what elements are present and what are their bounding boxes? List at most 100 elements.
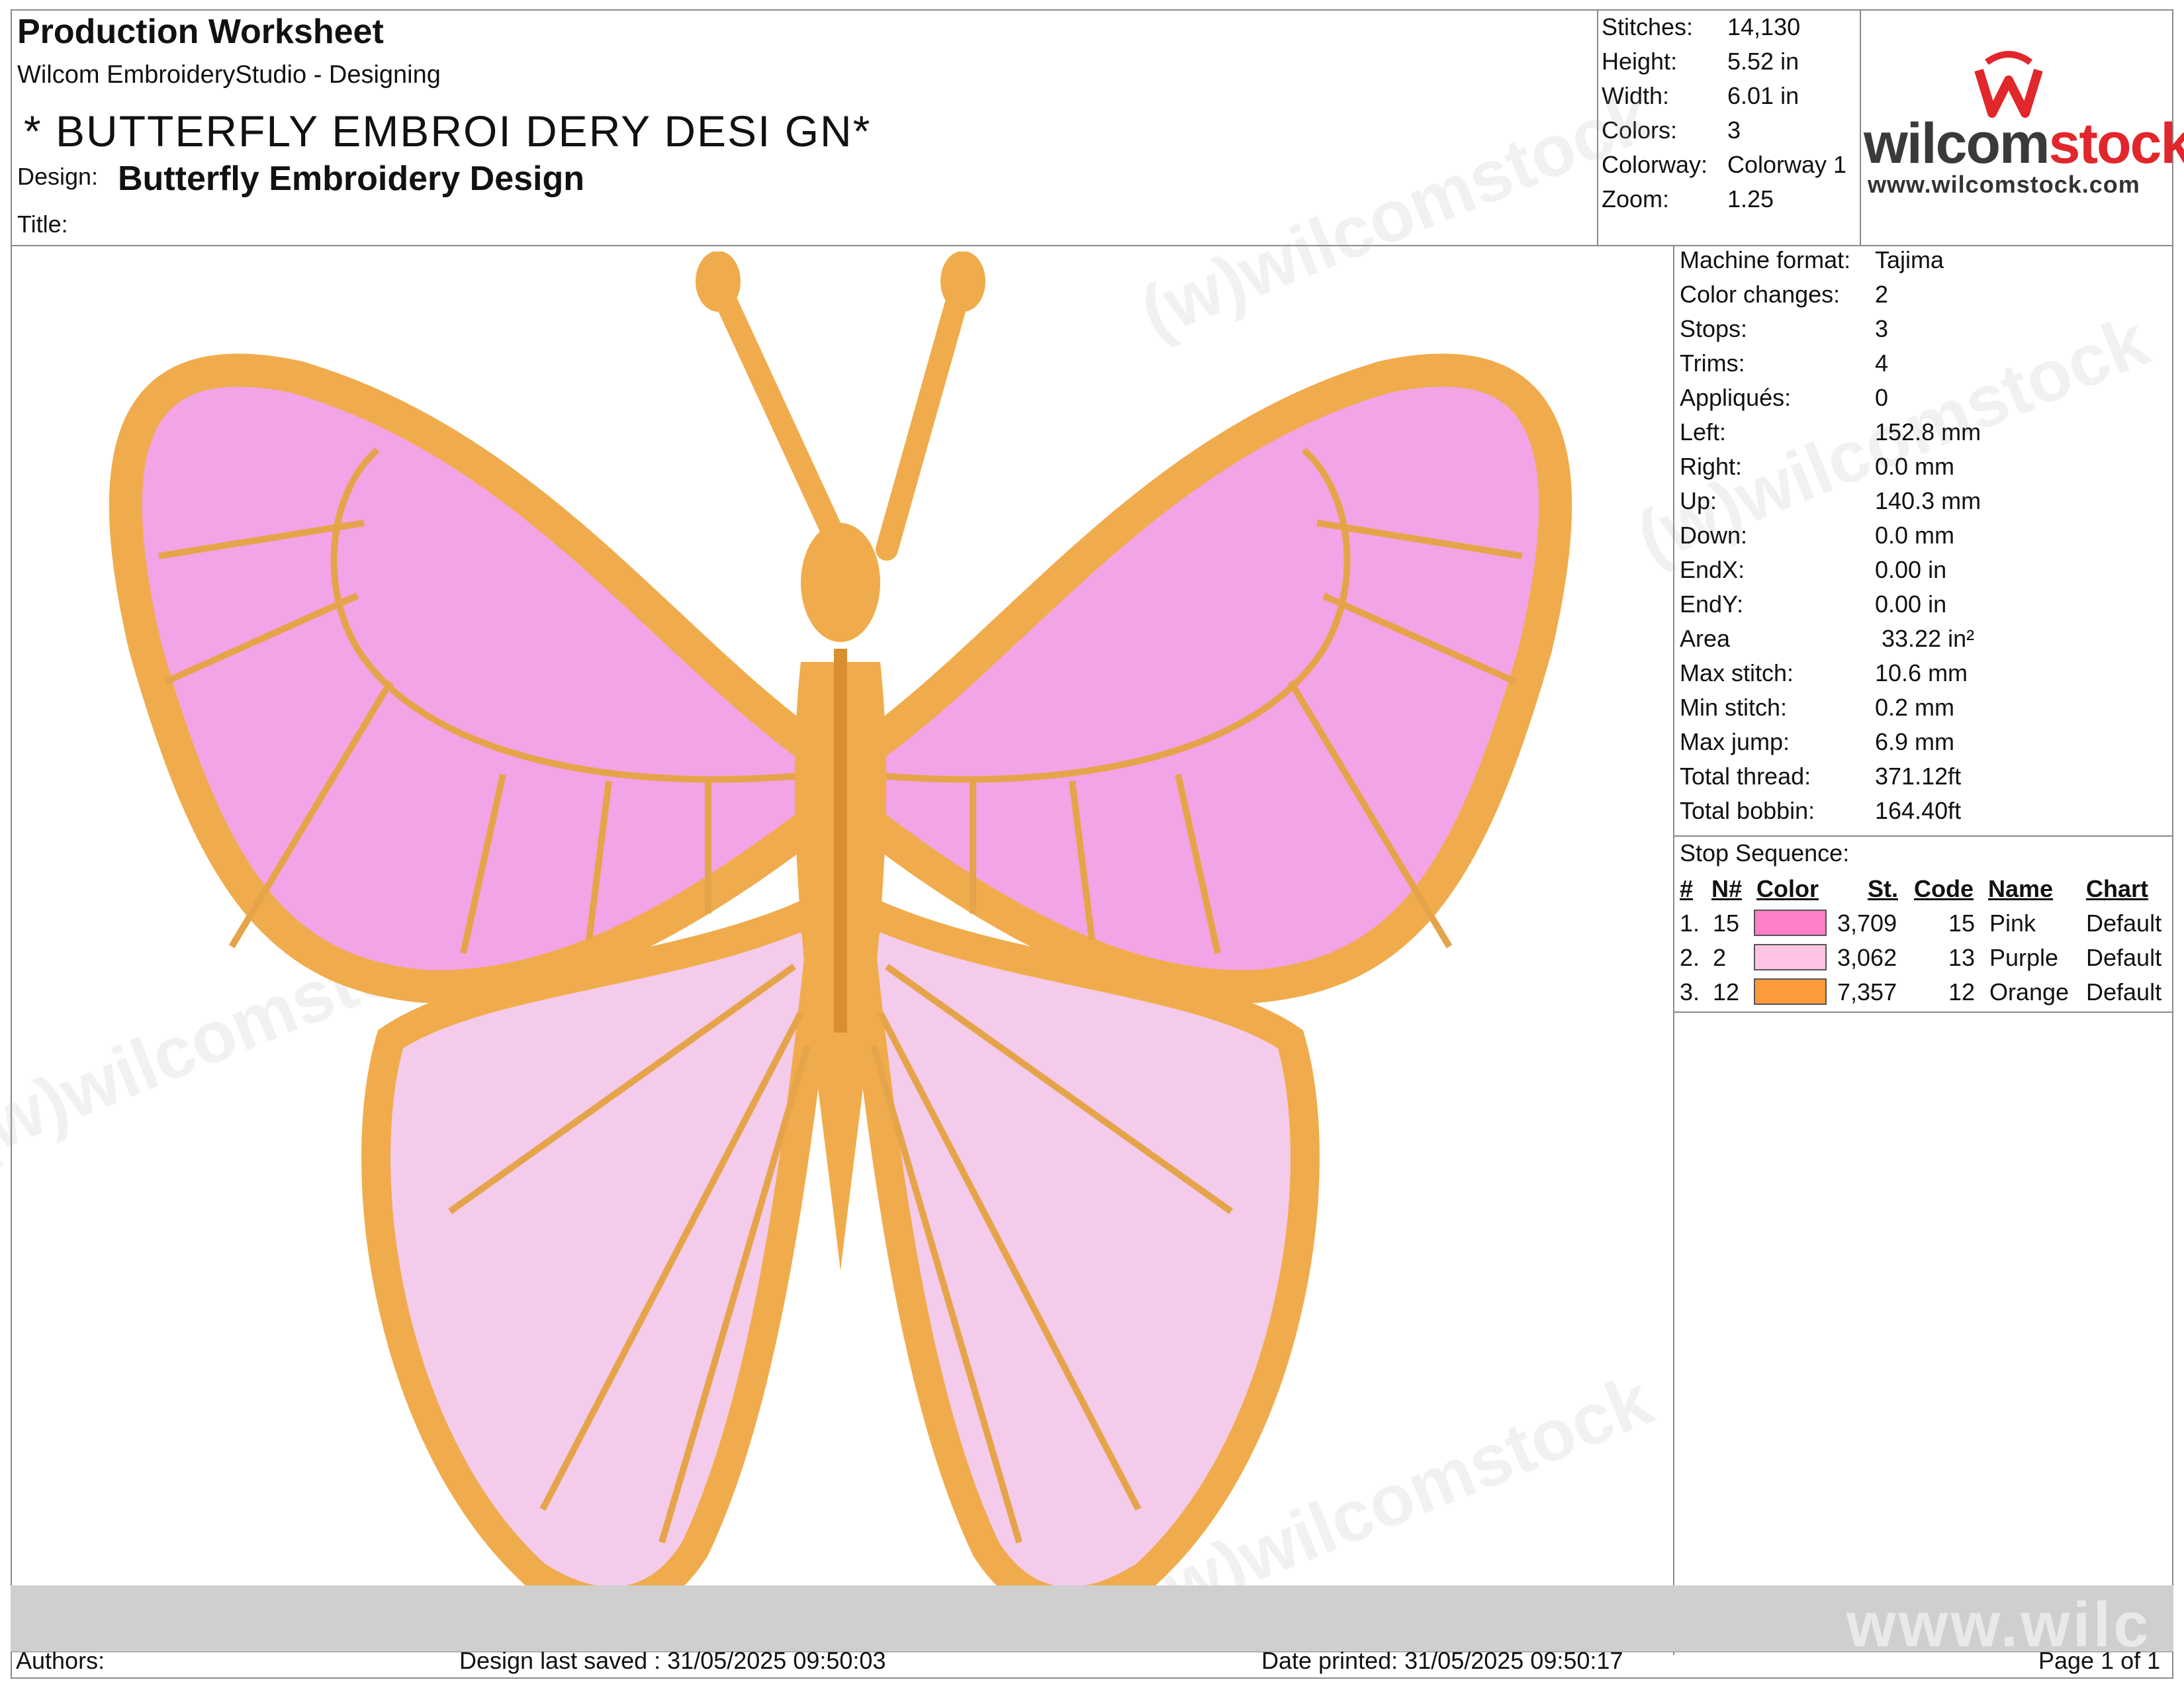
row-chart: Default	[2086, 910, 2162, 937]
col-header-n: N#	[1711, 875, 1743, 902]
upper-wing-right	[824, 353, 1572, 1004]
summary-label: Stitches:	[1602, 13, 1694, 40]
lower-wing-left	[361, 894, 836, 1617]
row-name: Pink	[1989, 910, 2036, 937]
machine-info-value: 6.9 mm	[1875, 728, 1955, 755]
row-n: 2	[1713, 944, 1727, 971]
machine-info-label: Stops:	[1680, 315, 1748, 342]
logo-wordmark: wilcomstock	[1864, 111, 2184, 177]
butterfly-head	[801, 523, 880, 642]
color-swatch	[1754, 910, 1827, 936]
row-code: 12	[1948, 978, 1976, 1006]
summary-value: 5.52 in	[1727, 48, 1799, 75]
machine-divider	[1673, 835, 2173, 837]
row-name: Purple	[1989, 944, 2059, 971]
design-file-name: * BUTTERFLY EMBROI DERY DESI GN*	[24, 107, 872, 156]
machine-info-label: EndY:	[1680, 590, 1744, 618]
machine-info-label: Max stitch:	[1680, 659, 1794, 686]
machine-info-label: Right:	[1680, 453, 1743, 480]
design-preview	[109, 252, 1572, 1617]
machine-info-value: 371.12ft	[1875, 763, 1962, 790]
machine-info-value: 33.22 in²	[1875, 625, 1975, 652]
stop-sequence-title: Stop Sequence:	[1680, 839, 1850, 867]
summary-label: Zoom:	[1602, 185, 1670, 212]
antenna-right	[876, 280, 971, 561]
machine-info-label: Up:	[1680, 487, 1717, 514]
machine-info-value: 0.00 in	[1875, 590, 1947, 618]
machine-info-value: 0.0 mm	[1875, 522, 1955, 549]
logo-wordmark-part1: wilcom	[1864, 112, 2050, 175]
machine-info-value: 0.0 mm	[1875, 453, 1955, 480]
row-stitches: 3,062	[1837, 944, 1897, 971]
summary-divider-right	[1860, 9, 1861, 246]
row-n: 12	[1713, 978, 1740, 1006]
machine-info-value: 140.3 mm	[1875, 487, 1981, 514]
logo-wordmark-part2: stock	[2048, 112, 2184, 175]
machine-info-label: EndX:	[1680, 556, 1745, 583]
machine-info-value: 0.00 in	[1875, 556, 1947, 583]
lower-wing-right	[845, 894, 1320, 1617]
machine-info-value: 4	[1875, 350, 1889, 377]
summary-value: 1.25	[1727, 185, 1774, 212]
row-stitches: 7,357	[1837, 978, 1897, 1006]
row-code: 15	[1948, 910, 1976, 937]
software-name: Wilcom EmbroideryStudio - Designing	[17, 61, 441, 89]
summary-value: 6.01 in	[1727, 82, 1799, 109]
row-num: 2.	[1680, 944, 1700, 971]
row-n: 15	[1713, 910, 1740, 937]
footer-authors: Authors:	[16, 1647, 105, 1674]
machine-info-value: 152.8 mm	[1875, 418, 1981, 445]
machine-info-label: Total bobbin:	[1680, 797, 1815, 824]
row-num: 1.	[1680, 910, 1700, 937]
machine-info-value: 2	[1875, 281, 1889, 308]
footer-last-saved: Design last saved : 31/05/2025 09:50:03	[459, 1647, 886, 1674]
summary-label: Height:	[1602, 48, 1678, 75]
machine-info-value: 164.40ft	[1875, 797, 1962, 824]
col-header-num: #	[1680, 875, 1694, 902]
machine-info-label: Total thread:	[1680, 763, 1811, 790]
row-code: 13	[1948, 944, 1976, 971]
machine-info-label: Color changes:	[1680, 281, 1841, 308]
col-header-color: Color	[1756, 875, 1819, 902]
machine-info-value: 3	[1875, 315, 1889, 342]
machine-info-value: 0	[1875, 384, 1889, 411]
machine-info-value: 10.6 mm	[1875, 659, 1968, 686]
summary-value: 3	[1727, 117, 1741, 144]
color-swatch	[1754, 944, 1827, 970]
summary-value: Colorway 1	[1727, 151, 1847, 178]
row-chart: Default	[2086, 944, 2162, 971]
machine-info-label: Max jump:	[1680, 728, 1790, 755]
col-header-code: Code	[1914, 875, 1974, 902]
antenna-tip-right	[940, 252, 985, 312]
machine-info-label: Area	[1680, 625, 1731, 652]
machine-info-label: Trims:	[1680, 350, 1745, 377]
footer-date-printed: Date printed: 31/05/2025 09:50:17	[1261, 1647, 1623, 1674]
design-value: Butterfly Embroidery Design	[118, 160, 585, 198]
machine-info-label: Appliqués:	[1680, 384, 1792, 411]
antenna-tip-left	[696, 252, 741, 312]
col-header-chart: Chart	[2086, 875, 2149, 902]
antenna-left	[710, 280, 852, 561]
stop-table-bottom	[1673, 1011, 2173, 1013]
col-header-name: Name	[1988, 875, 2054, 902]
machine-info-label: Min stitch:	[1680, 694, 1788, 721]
machine-info-label: Down:	[1680, 522, 1748, 549]
row-name: Orange	[1989, 978, 2070, 1006]
machine-info-value: 0.2 mm	[1875, 694, 1955, 721]
upper-wing-left	[109, 353, 857, 1004]
color-swatch	[1754, 978, 1827, 1005]
machine-info-value: Tajima	[1875, 246, 1944, 273]
logo-url: www.wilcomstock.com	[1868, 171, 2140, 198]
page-title: Production Worksheet	[17, 13, 384, 51]
machine-info-label: Machine format:	[1680, 246, 1851, 273]
title-label: Title:	[17, 211, 68, 238]
design-label: Design:	[17, 163, 99, 190]
footer-page-number: Page 1 of 1	[2038, 1647, 2161, 1674]
row-chart: Default	[2086, 978, 2162, 1006]
side-panel-divider	[1673, 245, 1674, 1655]
col-header-st: St.	[1868, 875, 1899, 902]
row-stitches: 3,709	[1837, 910, 1897, 937]
machine-info-label: Left:	[1680, 418, 1727, 445]
row-num: 3.	[1680, 978, 1700, 1006]
summary-value: 14,130	[1727, 13, 1801, 40]
